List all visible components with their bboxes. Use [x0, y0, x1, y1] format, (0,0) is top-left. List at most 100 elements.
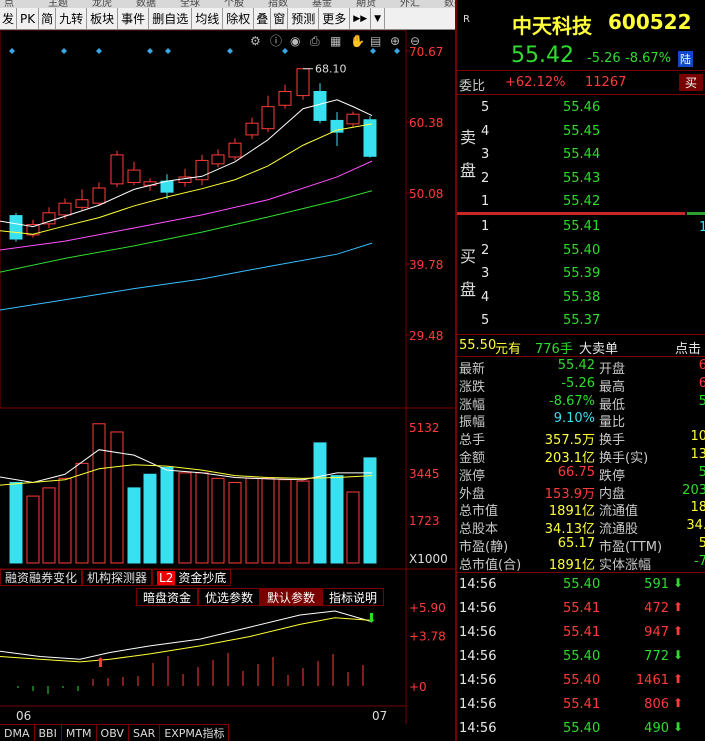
- bottom-indicator-tab[interactable]: DMA: [0, 725, 35, 741]
- param-button[interactable]: 默认参数: [260, 588, 323, 606]
- hand-icon[interactable]: ✋: [350, 34, 365, 48]
- book-level[interactable]: 5 55.46: [457, 96, 705, 119]
- top-menu-item[interactable]: 龙虎: [92, 0, 112, 8]
- stat-value-right: 5: [698, 464, 705, 480]
- toolbar-item[interactable]: 除权: [223, 8, 255, 30]
- bottom-indicator-tab[interactable]: SAR: [129, 725, 161, 741]
- volume-bar: [313, 442, 327, 564]
- top-menu-item[interactable]: 外汇: [400, 0, 420, 8]
- toolbar-item[interactable]: 简: [39, 8, 57, 30]
- toolbar-item[interactable]: 叠: [254, 8, 272, 30]
- top-menu-item[interactable]: 指数: [268, 0, 288, 8]
- stat-row: 总股本 34.13亿 流通股 34.: [457, 517, 705, 537]
- tab-fund-bottom[interactable]: L2 资金抄底: [152, 569, 232, 586]
- last-price: 55.42: [511, 43, 574, 68]
- param-button[interactable]: 暗盘资金: [136, 588, 199, 606]
- book-level[interactable]: 3 55.44: [457, 143, 705, 166]
- top-menu-item[interactable]: 数据: [136, 0, 156, 8]
- toolbar-item[interactable]: 九转: [56, 8, 88, 30]
- toolbar-item[interactable]: 预测: [288, 8, 320, 30]
- stat-row: 涨停 66.75 跌停 5: [457, 464, 705, 484]
- event-marker-icon[interactable]: [394, 48, 400, 54]
- zoom-in-icon[interactable]: ⊕: [390, 34, 400, 48]
- bottom-indicator-tab[interactable]: MTM: [62, 725, 97, 741]
- top-menu-item[interactable]: 个股: [224, 0, 244, 8]
- grid-icon[interactable]: ▦: [330, 34, 341, 48]
- caret-down-icon[interactable]: ▼: [371, 8, 386, 30]
- event-marker-icon[interactable]: [370, 48, 376, 54]
- info-icon[interactable]: ⓘ: [270, 34, 282, 48]
- toolbar-item[interactable]: 均线: [192, 8, 224, 30]
- book-level-price: 55.41: [563, 219, 601, 234]
- event-marker-icon[interactable]: [9, 48, 15, 54]
- event-marker-icon[interactable]: [61, 48, 67, 54]
- event-marker-icon[interactable]: [96, 48, 102, 54]
- bottom-indicator-tab[interactable]: OBV: [97, 725, 129, 741]
- volume-bar: [42, 487, 56, 564]
- top-menu-item[interactable]: 基金: [312, 0, 332, 8]
- tab-institution-detector[interactable]: 机构探测器: [82, 569, 153, 586]
- top-menu-item[interactable]: 期货: [356, 0, 376, 8]
- price-axis-label: 70.67: [409, 45, 443, 59]
- quote-panel: R 中天科技 600522 55.42 -5.26 -8.67% 陆 委比 +6…: [455, 0, 705, 741]
- big-order-row[interactable]: 55.50 元有 776手 大卖单 点击: [457, 335, 705, 358]
- fast-forward-icon[interactable]: ▶▶: [350, 8, 372, 30]
- stat-value-right: 6: [698, 375, 705, 391]
- corner-marker: R: [463, 14, 470, 25]
- event-marker-icon[interactable]: [147, 48, 153, 54]
- volume-bar: [296, 480, 310, 564]
- book-level[interactable]: 4 55.45: [457, 120, 705, 143]
- tick-price: 55.40: [563, 673, 601, 688]
- trade-button[interactable]: 买: [679, 74, 704, 91]
- kline-chart-panel[interactable]: ⚙ ⓘ ◉ ⎙ ▦ ✋ ▤ ⊕ ⊖ 70.67 60.38 50.08 39.78 29.48 68.10 5…: [0, 30, 455, 741]
- tick-time: 14:56: [459, 601, 497, 616]
- tick-price: 55.40: [563, 721, 601, 736]
- market-badge[interactable]: 陆: [678, 51, 693, 67]
- top-menu-item[interactable]: 主题: [48, 0, 68, 8]
- toolbar-item[interactable]: 窗: [271, 8, 289, 30]
- toolbar-item[interactable]: PK: [17, 8, 40, 30]
- candle-body: [58, 202, 72, 216]
- volume-axis-label: 3445: [409, 467, 440, 481]
- book-level-index: 4: [481, 123, 490, 139]
- candle-body: [75, 199, 89, 208]
- gear-icon[interactable]: ⚙: [250, 34, 261, 48]
- volume-axis-label: X1000: [409, 552, 448, 566]
- price-axis-label: 60.38: [409, 116, 443, 130]
- eye-icon[interactable]: ◉: [290, 34, 300, 48]
- candle-body: [42, 212, 56, 225]
- toolbar-item[interactable]: 更多: [319, 8, 351, 30]
- param-button[interactable]: 优选参数: [198, 588, 261, 606]
- param-button[interactable]: 指标说明: [322, 588, 385, 606]
- top-menu-item[interactable]: 全球: [180, 0, 200, 8]
- param-buttons: 暗盘资金 优选参数 默认参数 指标说明: [136, 588, 385, 606]
- print-icon[interactable]: ⎙: [310, 34, 320, 48]
- book-level[interactable]: 4 55.38: [457, 286, 705, 309]
- book-level[interactable]: 2 55.40: [457, 239, 705, 262]
- event-marker-icon[interactable]: [282, 48, 288, 54]
- stat-value-right: 6: [698, 358, 705, 373]
- event-marker-icon[interactable]: [165, 48, 171, 54]
- bottom-indicator-tab[interactable]: BBI: [35, 725, 62, 741]
- calendar-icon[interactable]: ▤: [370, 34, 381, 48]
- toolbar-item[interactable]: 板块: [87, 8, 119, 30]
- tab-margin-change[interactable]: 融资融券变化: [0, 569, 83, 586]
- big-order-tail[interactable]: 点击: [675, 338, 701, 357]
- toolbar-item[interactable]: 事件: [118, 8, 150, 30]
- book-level[interactable]: 2 55.43: [457, 167, 705, 190]
- book-level[interactable]: 1 55.41: [457, 215, 705, 238]
- weicha-value: 11267: [585, 75, 627, 90]
- event-marker-icon[interactable]: [227, 48, 233, 54]
- book-level[interactable]: 3 55.39: [457, 262, 705, 285]
- toolbar-item[interactable]: 发: [0, 8, 18, 30]
- candle-body: [211, 154, 225, 165]
- book-level[interactable]: 1 55.42: [457, 190, 705, 213]
- toolbar-item[interactable]: 删自选: [149, 8, 193, 30]
- book-level[interactable]: 5 55.37: [457, 309, 705, 332]
- candle-body: [296, 68, 310, 97]
- stock-code: 600522: [608, 10, 692, 34]
- kline-chart-svg[interactable]: ⚙ ⓘ ◉ ⎙ ▦ ✋ ▤ ⊕ ⊖70.6760.3850.0839.7829.4868.105…: [0, 30, 455, 741]
- bottom-indicator-tab[interactable]: EXPMA指标: [160, 725, 230, 741]
- top-menu-item[interactable]: 点: [4, 0, 14, 8]
- price-axis-label: 50.08: [409, 187, 443, 201]
